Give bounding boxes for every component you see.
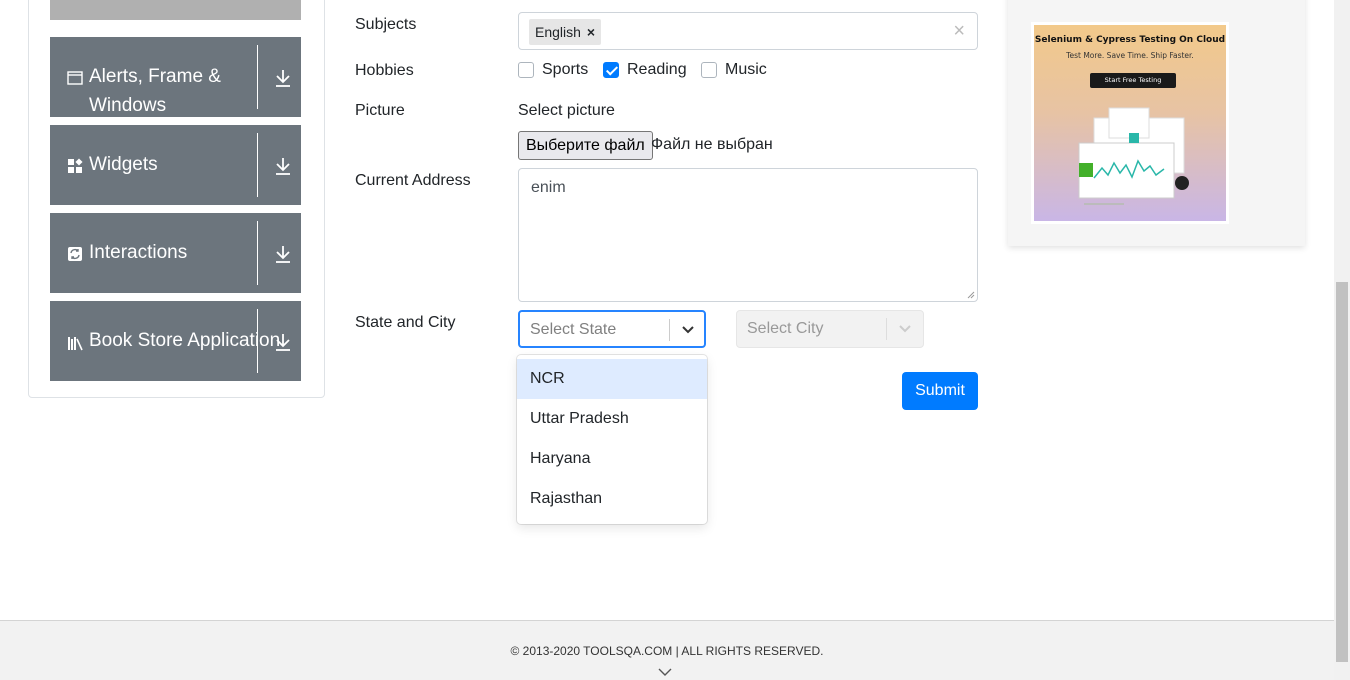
divider [257,133,258,197]
city-select[interactable]: Select City [736,310,924,348]
ad-title: Selenium & Cypress Testing On Cloud [1034,35,1226,45]
download-arrow-icon [276,246,290,263]
ad-cta-button[interactable]: Start Free Testing [1090,73,1176,88]
hobbies-label: Hobbies [355,62,414,79]
subject-chip: English × [529,19,602,45]
state-dropdown-menu: NCR Uttar Pradesh Haryana Rajasthan [517,355,707,524]
clear-icon[interactable]: × [953,21,965,41]
hobby-music-checkbox[interactable] [701,62,717,78]
sidebar-group-widgets[interactable]: Widgets [50,125,301,205]
footer-copyright: © 2013-2020 TOOLSQA.COM | ALL RIGHTS RES… [510,644,824,658]
hobby-reading-checkbox[interactable] [603,62,619,78]
submit-button[interactable]: Submit [902,372,978,410]
download-arrow-icon [276,334,290,351]
sidebar-group-label: Alerts, Frame & Windows [89,66,221,116]
state-option-ncr[interactable]: NCR [517,359,707,399]
dashboard-illustration-icon [1078,107,1189,205]
sidebar-group-alerts-frame-windows[interactable]: Alerts, Frame & Windows [50,37,301,117]
window-icon [67,71,83,85]
hobby-music-label[interactable]: Music [725,61,767,79]
sidebar-group-partial[interactable] [50,0,301,20]
chevron-down-icon[interactable] [680,323,696,337]
file-status-text: Файл не выбран [651,136,773,153]
subject-chip-label: English [535,24,581,40]
subjects-label: Subjects [355,16,417,33]
ad-banner[interactable]: Selenium & Cypress Testing On Cloud Test… [1031,22,1229,224]
resize-handle-icon[interactable] [967,291,975,299]
subjects-input[interactable]: English × × [518,12,978,50]
sidebar-group-label: Book Store Application [89,330,281,351]
books-icon [68,337,83,351]
select-picture-label: Select picture [518,102,615,119]
divider [257,45,258,109]
state-option-rajasthan[interactable]: Rajasthan [517,479,707,519]
interactions-icon [68,247,82,261]
sidebar-group-book-store-application[interactable]: Book Store Application [50,301,301,381]
hobby-sports-label[interactable]: Sports [542,61,588,79]
state-option-uttar-pradesh[interactable]: Uttar Pradesh [517,399,707,439]
download-arrow-icon [276,158,290,175]
download-arrow-icon [276,70,290,87]
ad-subtitle: Test More. Save Time. Ship Faster. [1066,51,1194,60]
remove-chip-icon[interactable]: × [587,24,595,40]
hobby-reading-label[interactable]: Reading [627,61,687,79]
sidebar-group-label: Interactions [89,242,188,263]
divider [669,319,670,341]
state-city-label: State and City [355,314,456,331]
divider [257,309,258,373]
footer: © 2013-2020 TOOLSQA.COM | ALL RIGHTS RES… [0,620,1334,680]
current-address-value: enim [531,179,566,196]
sidebar-group-interactions[interactable]: Interactions [50,213,301,293]
divider [257,221,258,285]
ad-container: Selenium & Cypress Testing On Cloud Test… [1008,0,1305,246]
current-address-textarea[interactable]: enim [518,168,978,302]
divider [886,318,887,340]
chevron-down-icon[interactable] [897,322,913,336]
city-placeholder: Select City [747,320,824,337]
widgets-icon [68,158,83,173]
vertical-scrollbar[interactable] [1334,0,1350,680]
state-option-haryana[interactable]: Haryana [517,439,707,479]
scrollbar-thumb[interactable] [1336,282,1348,662]
hobby-sports-checkbox[interactable] [518,62,534,78]
state-select[interactable]: Select State [518,310,706,348]
chevron-down-icon[interactable] [658,667,672,677]
sidebar-group-label: Widgets [89,154,158,175]
choose-file-button[interactable]: Выберите файл [518,131,653,160]
picture-label: Picture [355,102,405,119]
current-address-label: Current Address [355,172,471,189]
state-placeholder: Select State [530,321,617,338]
